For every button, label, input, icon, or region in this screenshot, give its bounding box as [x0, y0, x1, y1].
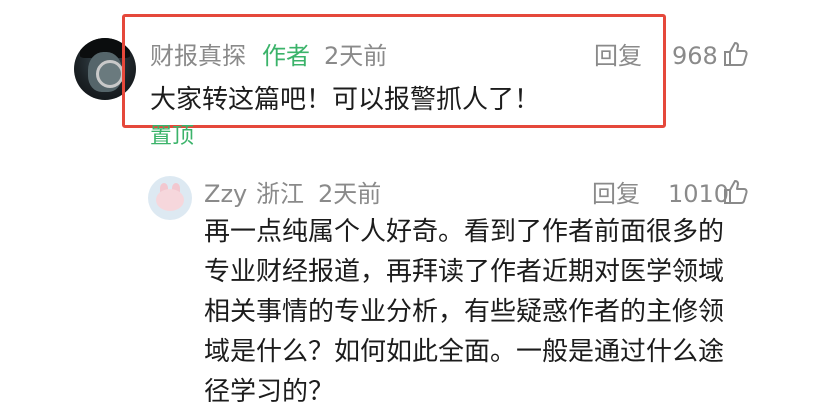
comment-time: 2天前 [324, 42, 388, 70]
reply-time: 2天前 [318, 180, 382, 208]
reply-location: 浙江 [256, 180, 304, 208]
magnifier-icon [96, 60, 124, 88]
reply-like-count: 1010 [668, 180, 730, 208]
pinned-label: 置顶 [150, 124, 195, 149]
author-badge: 作者 [262, 42, 310, 70]
reply-line: 域是什么？如何如此全面。一般是通过什么途 [204, 337, 725, 367]
comment-username[interactable]: 财报真探 [150, 42, 246, 70]
reply-line: 再一点纯属个人好奇。看到了作者前面很多的 [204, 217, 725, 247]
reply-avatar[interactable] [148, 176, 192, 220]
comment-text: 大家转这篇吧！可以报警抓人了！ [150, 85, 541, 115]
pig-icon [156, 189, 184, 211]
reply-username[interactable]: Zzy [204, 180, 247, 208]
reply-line: 相关事情的专业分析，有些疑惑作者的主修领 [204, 297, 725, 327]
reply-reply-button[interactable]: 回复 [592, 180, 640, 208]
reply-text: 再一点纯属个人好奇。看到了作者前面很多的 专业财经报道，再拜读了作者近期对医学领… [204, 212, 804, 412]
thumbs-up-icon[interactable] [722, 178, 750, 206]
reply-button[interactable]: 回复 [594, 42, 642, 70]
like-count: 968 [672, 42, 718, 70]
reply-line: 径学习的？ [204, 377, 335, 407]
reply-line: 专业财经报道，再拜读了作者近期对医学领域 [204, 257, 725, 287]
thumbs-up-icon[interactable] [722, 40, 750, 68]
